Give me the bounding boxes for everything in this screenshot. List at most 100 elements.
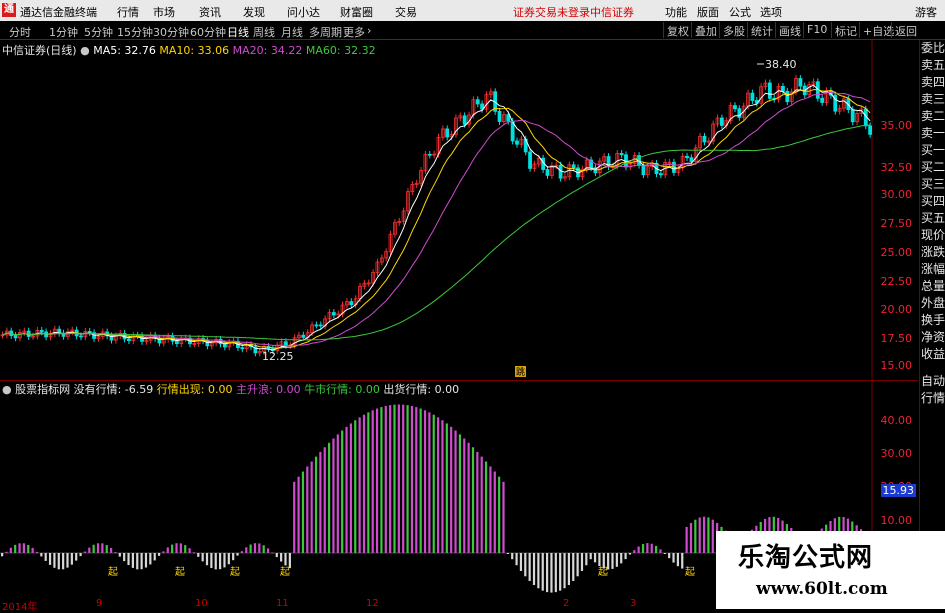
side-item[interactable]: 买一	[920, 142, 945, 159]
indicator-bar	[397, 404, 400, 553]
indicator-bar	[437, 417, 440, 553]
indicator-bar	[611, 553, 614, 569]
indicator-bar	[280, 553, 283, 562]
indicator-bar	[62, 553, 65, 570]
indicator-bar	[711, 519, 714, 553]
side-item[interactable]: 卖五	[920, 57, 945, 74]
indicator-bar	[157, 553, 161, 556]
indicator-bar	[358, 417, 361, 553]
indicator-bar	[14, 544, 17, 553]
indicator-bar	[310, 461, 313, 553]
indicator-bar	[423, 410, 427, 553]
indicator-bar	[162, 551, 165, 553]
indicator-bar	[201, 553, 204, 562]
side-item[interactable]: 换手	[920, 312, 945, 329]
indicator-bar	[319, 451, 322, 553]
settings-icon[interactable]: ●	[2, 383, 15, 396]
side-item[interactable]: 卖二	[920, 108, 945, 125]
indicator-bar	[694, 519, 697, 553]
indicator-bar	[598, 553, 601, 567]
indicator-bar	[663, 553, 666, 554]
indicator-bar	[249, 544, 252, 553]
side-item[interactable]: 委比	[920, 40, 945, 57]
side-separator	[920, 363, 945, 373]
kline-chart[interactable]: 38.40 12.25 跳起 起 起 起 起 起	[0, 0, 918, 598]
indicator-bar	[227, 553, 230, 565]
candle-body	[528, 151, 532, 169]
price-tick: 22.50	[880, 275, 913, 288]
price-tick: 25.00	[880, 246, 913, 259]
side-item[interactable]: 总量	[920, 278, 945, 295]
start-marker: 起	[108, 566, 118, 578]
indicator-bar	[489, 466, 492, 553]
candle-body	[785, 90, 790, 103]
indicator-bar	[707, 517, 710, 553]
candle-body	[427, 153, 432, 156]
indicator-value: 没有行情: -6.59	[73, 383, 154, 396]
indicator-bar	[66, 553, 69, 568]
indicator-bar	[197, 553, 200, 557]
indicator-bar	[524, 553, 527, 577]
indicator-current-value: 15.93	[880, 484, 916, 497]
indicator-bar	[698, 517, 701, 553]
candle-body	[798, 78, 803, 87]
side-item[interactable]: 买二	[920, 159, 945, 176]
candle-body	[641, 164, 646, 176]
ma-line	[2, 88, 871, 349]
indicator-bar	[441, 420, 444, 553]
indicator-bar	[175, 543, 178, 553]
indicator-bar	[293, 481, 296, 553]
indicator-bar	[354, 420, 357, 553]
indicator-bar	[18, 543, 21, 553]
side-item[interactable]: 净资	[920, 329, 945, 346]
indicator-bar	[314, 456, 318, 553]
indicator-bar	[83, 551, 87, 553]
side-item[interactable]: 卖三	[920, 91, 945, 108]
side-item[interactable]: 收益	[920, 346, 945, 363]
side-item-quote[interactable]: 行情	[920, 390, 945, 407]
indicator-bar	[9, 547, 12, 553]
start-marker: 起	[685, 566, 695, 578]
ma-line	[2, 91, 871, 347]
indicator-bar	[641, 544, 645, 553]
side-item[interactable]: 买四	[920, 193, 945, 210]
watermark-title: 乐淘公式网	[738, 543, 874, 573]
side-item[interactable]: 买三	[920, 176, 945, 193]
indicator-bar	[655, 545, 658, 553]
indicator-bar	[75, 553, 78, 561]
indicator-bar	[240, 551, 243, 553]
candle-body	[475, 99, 480, 105]
marker-label: 跳	[516, 366, 525, 378]
indicator-bar	[415, 407, 418, 553]
side-item[interactable]: 卖四	[920, 74, 945, 91]
indicator-bar	[118, 553, 121, 557]
side-item[interactable]: 涨幅	[920, 261, 945, 278]
side-item[interactable]: 涨跌	[920, 244, 945, 261]
indicator-bar	[537, 553, 540, 589]
side-item[interactable]: 外盘	[920, 295, 945, 312]
indicator-bar	[275, 553, 278, 558]
indicator-axis: 40.00 30.00 20.00 10.00 15.93	[872, 380, 916, 540]
indicator-bar	[532, 553, 536, 586]
side-item[interactable]: 卖一	[920, 125, 945, 142]
candle-body	[689, 157, 694, 162]
indicator-bar	[498, 476, 501, 553]
candle-body	[349, 301, 354, 306]
indicator-bar	[219, 553, 222, 570]
indicator-bar	[114, 552, 117, 554]
indicator-bar	[266, 548, 270, 553]
side-item[interactable]: 买五	[920, 210, 945, 227]
indicator-bar	[554, 553, 557, 593]
guest-label[interactable]: 游客	[915, 4, 937, 20]
indicator-bar	[541, 553, 544, 591]
price-tick: 20.00	[880, 303, 913, 316]
side-item-auto[interactable]: 自动	[920, 373, 945, 390]
indicator-bar	[467, 442, 470, 553]
indicator-bar	[179, 543, 182, 553]
indicator-value: 行情出现: 0.00	[156, 383, 233, 396]
start-marker: 起	[598, 566, 608, 578]
indicator-bar	[136, 553, 139, 570]
side-item[interactable]: 现价	[920, 227, 945, 244]
indicator-bar	[205, 553, 209, 566]
indicator-bar	[288, 553, 291, 569]
